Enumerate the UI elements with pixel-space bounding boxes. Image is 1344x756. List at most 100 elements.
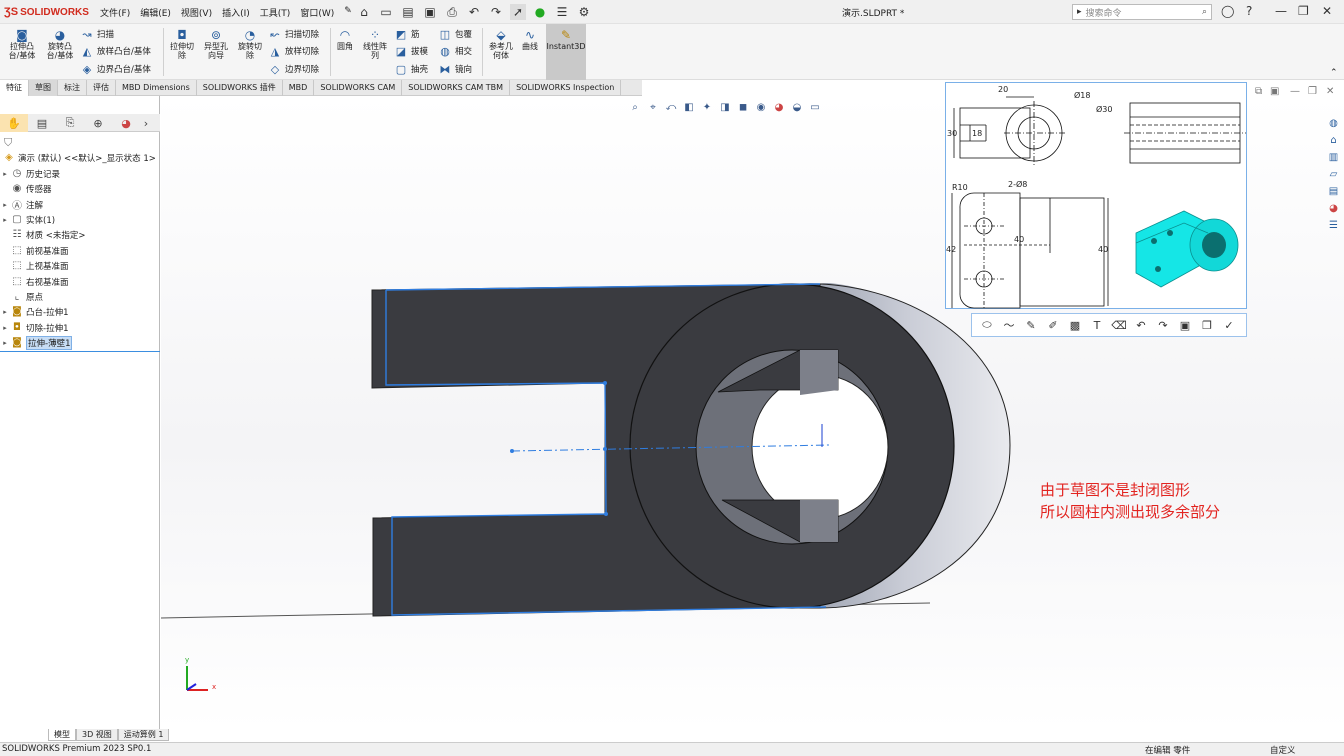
property-manager-tab-icon[interactable]: ▤ xyxy=(28,114,56,132)
highlighter-icon[interactable]: ✐ xyxy=(1042,315,1064,335)
design-library-icon[interactable]: ▥ xyxy=(1326,150,1341,164)
tab-model[interactable]: 模型 xyxy=(48,729,76,741)
expand-arrow-icon[interactable]: ▸ xyxy=(0,324,10,332)
tree-item-thin-extrude1[interactable]: ▸ ◙ 拉伸-薄壁1 xyxy=(0,335,73,350)
save-icon[interactable]: ▣ xyxy=(422,4,438,20)
tab-mbd-dimensions[interactable]: MBD Dimensions xyxy=(116,80,197,96)
tree-item-cut-extrude1[interactable]: ▸ ◘ 切除-拉伸1 xyxy=(0,320,68,335)
close-icon[interactable]: ✕ xyxy=(1322,4,1332,18)
copy-icon[interactable]: ❐ xyxy=(1196,315,1218,335)
configuration-manager-tab-icon[interactable]: ⎘ xyxy=(56,114,84,132)
menu-view[interactable]: 视图(V) xyxy=(181,6,212,19)
filter-icon[interactable]: ⛉ xyxy=(4,136,12,150)
draft-button[interactable]: ◪ 拔模 xyxy=(394,45,428,58)
instant3d-button[interactable]: ✎ Instant3D xyxy=(546,24,586,80)
select-cursor-icon[interactable]: ➚ xyxy=(510,4,526,20)
sweep-button[interactable]: ↝ 扫描 xyxy=(80,28,114,41)
expand-arrow-icon[interactable]: ▸ xyxy=(0,201,10,209)
expand-arrow-icon[interactable]: ▸ xyxy=(0,170,10,178)
menu-edit[interactable]: 编辑(E) xyxy=(140,6,171,19)
search-commands-input[interactable]: ▸ 搜索命令 ⌕ xyxy=(1072,4,1212,20)
undo-icon[interactable]: ↶ xyxy=(1130,315,1152,335)
open-folder-icon[interactable]: ▤ xyxy=(400,4,416,20)
restore-icon[interactable]: ❐ xyxy=(1298,4,1309,18)
new-document-icon[interactable]: ▭ xyxy=(378,4,394,20)
pin-icon[interactable]: ✎ xyxy=(344,6,352,19)
menu-file[interactable]: 文件(F) xyxy=(100,6,130,19)
pen-icon[interactable]: ✎ xyxy=(1020,315,1042,335)
home-icon[interactable]: ⌂ xyxy=(1326,133,1341,147)
revolve-cut-button[interactable]: ◔ 旋转切 除 xyxy=(234,28,266,61)
feature-manager-tab-icon[interactable]: ✋ xyxy=(0,114,28,132)
boundary-boss-button[interactable]: ◈ 边界凸台/基体 xyxy=(80,63,151,76)
reference-geometry-button[interactable]: ⬙ 参考几 何体 xyxy=(486,28,516,61)
tab-cam[interactable]: SOLIDWORKS CAM xyxy=(314,80,403,96)
hole-wizard-button[interactable]: ⊚ 异型孔 向导 xyxy=(200,28,232,61)
lofted-cut-button[interactable]: ◮ 放样切除 xyxy=(268,45,319,58)
eraser-icon[interactable]: ⌫ xyxy=(1108,315,1130,335)
minimize-icon[interactable]: — xyxy=(1275,4,1287,18)
tree-item-boss-extrude1[interactable]: ▸ ◙ 凸台-拉伸1 xyxy=(0,304,68,319)
redo-icon[interactable]: ↷ xyxy=(488,4,504,20)
boundary-cut-button[interactable]: ◇ 边界切除 xyxy=(268,63,319,76)
custom-properties-icon[interactable]: ☰ xyxy=(1326,218,1341,232)
expand-arrow-icon[interactable]: ▸ xyxy=(0,216,10,224)
menu-insert[interactable]: 插入(I) xyxy=(222,6,250,19)
expand-arrow-icon[interactable]: ▸ xyxy=(0,308,10,316)
fillet-button[interactable]: ◠ 圆角 xyxy=(334,28,356,52)
curves-button[interactable]: ∿ 曲线 xyxy=(518,28,542,52)
menu-window[interactable]: 窗口(W) xyxy=(300,6,334,19)
hide-show-items-icon[interactable]: ◉ xyxy=(754,100,768,114)
solidworks-resources-icon[interactable]: ◍ xyxy=(1326,116,1341,130)
redo-icon[interactable]: ↷ xyxy=(1152,315,1174,335)
tree-item-right-plane[interactable]: ⬚ 右视基准面 xyxy=(0,274,68,289)
rib-button[interactable]: ◩ 筋 xyxy=(394,28,420,41)
display-manager-tab-icon[interactable]: ◕ xyxy=(112,114,140,132)
tree-item-top-plane[interactable]: ⬚ 上视基准面 xyxy=(0,258,68,273)
section-view-icon[interactable]: ◧ xyxy=(682,100,696,114)
loft-button[interactable]: ◭ 放样凸台/基体 xyxy=(80,45,151,58)
panel-tabs-scroll-icon[interactable]: › xyxy=(140,114,152,132)
file-explorer-icon[interactable]: ▱ xyxy=(1326,167,1341,181)
tab-inspection[interactable]: SOLIDWORKS Inspection xyxy=(510,80,622,96)
home-icon[interactable]: ⌂ xyxy=(356,4,372,20)
dynamic-annotation-icon[interactable]: ✦ xyxy=(700,100,714,114)
extrude-cut-button[interactable]: ◘ 拉伸切 除 xyxy=(166,28,198,61)
display-style-icon[interactable]: ◼ xyxy=(736,100,750,114)
appearances-icon[interactable]: ◕ xyxy=(1326,201,1341,215)
polyline-icon[interactable]: 〜 xyxy=(998,315,1020,335)
linear-pattern-button[interactable]: ⁘ 线性阵 列 xyxy=(360,28,390,61)
tab-addins[interactable]: SOLIDWORKS 插件 xyxy=(197,80,283,96)
expand-arrow-icon[interactable]: ▸ xyxy=(0,339,10,347)
intersect-button[interactable]: ◍ 相交 xyxy=(438,45,472,58)
tab-cam-tbm[interactable]: SOLIDWORKS CAM TBM xyxy=(402,80,511,96)
tab-sketch[interactable]: 草图 xyxy=(29,80,58,96)
zoom-to-fit-icon[interactable]: ⌕ xyxy=(628,100,642,114)
print-icon[interactable]: ⎙ xyxy=(444,4,460,20)
tab-mbd[interactable]: MBD xyxy=(283,80,315,96)
tree-item-solid-bodies[interactable]: ▸ ▢ 实体(1) xyxy=(0,212,55,227)
tree-item-origin[interactable]: ⌞ 原点 xyxy=(0,289,43,304)
shape-tool-icon[interactable]: ⬭ xyxy=(976,315,998,335)
solidworks-logo[interactable]: ƷS SOLIDWORKS xyxy=(4,5,89,19)
edit-appearance-icon[interactable]: ◕ xyxy=(772,100,786,114)
view-orientation-icon[interactable]: ◨ xyxy=(718,100,732,114)
confirm-check-icon[interactable]: ✓ xyxy=(1218,315,1240,335)
tree-item-material[interactable]: ☷ 材质 <未指定> xyxy=(0,227,86,242)
wrap-button[interactable]: ◫ 包覆 xyxy=(438,28,472,41)
view-palette-icon[interactable]: ▤ xyxy=(1326,184,1341,198)
mosaic-icon[interactable]: ▩ xyxy=(1064,315,1086,335)
revolve-boss-button[interactable]: ◕ 旋转凸 台/基体 xyxy=(44,28,76,61)
text-tool-icon[interactable]: T xyxy=(1086,315,1108,335)
help-icon[interactable]: ? xyxy=(1246,4,1252,18)
view-settings-icon[interactable]: ▭ xyxy=(808,100,822,114)
search-icon[interactable]: ⌕ xyxy=(1202,7,1207,17)
traffic-light-icon[interactable]: ● xyxy=(532,4,548,20)
zoom-to-area-icon[interactable]: ⌖ xyxy=(646,100,660,114)
tab-annotation[interactable]: 标注 xyxy=(58,80,87,96)
file-properties-icon[interactable]: ☰ xyxy=(554,4,570,20)
shell-button[interactable]: ▢ 抽壳 xyxy=(394,63,428,76)
status-units[interactable]: 自定义 xyxy=(1270,744,1296,756)
user-account-icon[interactable]: ◯ xyxy=(1221,4,1234,18)
tree-item-annotations[interactable]: ▸ Ⓐ 注解 xyxy=(0,197,43,213)
